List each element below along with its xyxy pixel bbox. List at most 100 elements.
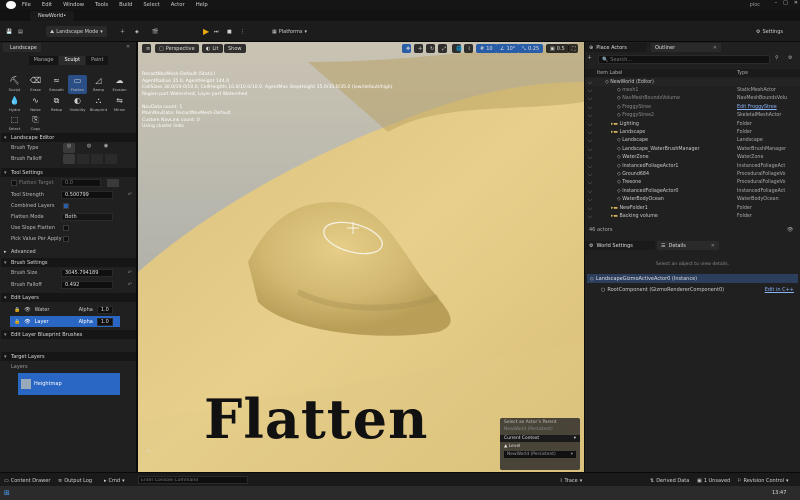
cinematics-icon[interactable]: 🎬 [152,26,158,37]
visibility-eye-icon[interactable]: ◡ [585,197,595,202]
tool-select[interactable]: ⬚ Select [5,114,24,133]
visibility-eye-icon[interactable]: ◡ [585,113,595,118]
outliner-row[interactable]: ◡ ◇ mesh1 StaticMeshActor [585,86,800,94]
reset-icon[interactable]: ↶ [128,282,132,288]
derived-data-button[interactable]: ⇅ Derived Data [650,475,689,486]
outliner-row[interactable]: ◡ ◇ WaterBodyOcean WaterBodyOcean [585,196,800,204]
start-icon[interactable]: ⊞ [4,489,10,497]
tool-retop[interactable]: ⧉ Retop [47,95,66,114]
tool-blueprint[interactable]: ⛬ Blueprint [89,95,108,114]
tool-erosion[interactable]: ☁ Erosion [110,75,129,94]
outliner-row[interactable]: ◡ ◇ NavMeshBoundsVolume NavMeshBoundsVolu [585,95,800,103]
tool-flatten[interactable]: ▭ Flatten [68,75,87,94]
brush-alpha-icon[interactable]: ◍ [83,143,95,153]
flatten-mode-select[interactable]: Both [61,213,113,221]
combined-layers-checkbox[interactable] [63,203,69,209]
play-button[interactable]: ▶ [203,26,209,37]
platforms-button[interactable]: ▦ Platforms ▾ [272,26,307,37]
console-input[interactable] [138,476,248,484]
tool-visibility[interactable]: ◐ Visibility [68,95,87,114]
view-options-icon[interactable]: 👁 [787,227,793,233]
level-tab[interactable]: NewWorld• [30,11,75,21]
visibility-eye-icon[interactable]: ◡ [585,189,595,194]
outliner-row[interactable]: ◡ ◇ FroggyStree Edit FroggyStree [585,103,800,111]
outliner-row[interactable]: ◡ ◇ WaterZone WaterZone [585,154,800,162]
quick-add-icon[interactable]: ＋ [120,26,125,37]
menu-tools[interactable]: Tools [95,2,108,8]
lock-icon[interactable]: 🔒 [14,307,20,313]
alpha-input[interactable]: 1.0 [96,305,113,314]
outliner-row[interactable]: ◡ ◇ Treeone ProceduralFoliageVo [585,179,800,187]
outliner-row[interactable]: ◡ ▸▬ Lighting Folder [585,120,800,128]
eye-icon[interactable]: 👁 [24,319,30,325]
surface-snap-icon[interactable]: ⌇ [464,44,473,53]
section-edit-layer-blueprint[interactable]: Edit Layer Blueprint Brushes [1,330,136,339]
visibility-eye-icon[interactable]: ◡ [585,172,595,177]
outliner-row[interactable]: ◡ ◇ Landscape Landscape [585,137,800,145]
close-icon[interactable]: ✕ [794,0,798,6]
mode-paint[interactable]: Paint [86,56,109,65]
tool-noise[interactable]: ∿ Noise [26,95,45,114]
menu-help[interactable]: Help [196,2,208,8]
tool-sculpt[interactable]: ⛏ Sculpt [5,75,24,94]
outliner-row[interactable]: ◡ ▸▬ NewFolder1 Folder [585,204,800,212]
revision-control-button[interactable]: ⚐ Revision Control ▾ [737,475,789,486]
visibility-eye-icon[interactable]: ◡ [585,96,595,101]
outliner-row[interactable]: ◡ ◇ FroggyStree2 SkeletalMeshActor [585,112,800,120]
gear-icon[interactable]: ⚙ [788,55,792,61]
rotate-icon[interactable]: ↻ [426,44,435,53]
section-brush-settings[interactable]: Brush Settings [1,258,136,267]
falloff-tip-icon[interactable] [105,154,117,164]
falloff-linear-icon[interactable] [77,154,89,164]
close-icon[interactable]: ✕ [713,45,717,51]
flatten-target-input[interactable]: 0.0 [61,179,101,187]
reset-icon[interactable]: ↶ [128,192,132,198]
unsaved-button[interactable]: ▣ 1 Unsaved [697,475,730,486]
tool-copy[interactable]: ⎘ Copy [26,114,45,133]
visibility-eye-icon[interactable]: ◡ [585,130,595,135]
scale-snap-button[interactable]: ⤡ 0.25 [518,44,544,53]
alpha-input[interactable]: 1.0 [96,317,113,326]
edit-layer-layer[interactable]: 🔒 👁 Layer Alpha 1.0 [10,316,120,327]
visibility-eye-icon[interactable]: ◡ [585,214,595,219]
tab-outliner[interactable]: Outliner ✕ [651,43,721,52]
lit-button[interactable]: ◐ Lit [202,44,223,53]
content-icon[interactable]: ▤ [18,26,23,37]
play-next-icon[interactable]: ⏭ [214,26,219,37]
component-child-row[interactable]: ○ RootComponent (GizmoRendererComponent0)… [587,285,798,294]
tab-details[interactable]: ☰ Details ✕ [657,241,719,250]
visibility-eye-icon[interactable]: ◡ [585,138,595,143]
tool-ramp[interactable]: ◿ Ramp [89,75,108,94]
brush-falloff-input[interactable]: 0.492 [61,281,113,289]
blueprint-icon[interactable]: ◈ [135,26,139,37]
visibility-eye-icon[interactable]: ◡ [585,155,595,160]
viewport-menu-icon[interactable]: ≡ [142,44,151,53]
stop-icon[interactable]: ■ [227,26,232,37]
content-drawer-button[interactable]: ▭ Content Drawer [4,475,50,486]
tab-place-actors[interactable]: ⊕ Place Actors [585,43,647,52]
tool-erase[interactable]: ⌫ Erase [26,75,45,94]
brush-size-input[interactable]: 3045.794189 [61,269,113,277]
section-advanced[interactable]: ▸ Advanced [1,247,136,257]
falloff-smooth-icon[interactable] [63,154,75,164]
menu-select[interactable]: Select [143,2,159,8]
brush-pattern-icon[interactable]: ◉ [100,143,112,153]
outliner-search[interactable]: 🔍 [598,55,770,64]
search-input[interactable] [610,56,761,63]
translate-icon[interactable]: ✛ [414,44,423,53]
tool-hydro[interactable]: 💧 Hydro [5,95,24,114]
settings-button[interactable]: ⚙ Settings [756,26,783,37]
trace-button[interactable]: ⌇ Trace ▾ [560,475,582,486]
filter-icon[interactable]: ⚲ [775,55,779,61]
mode-sculpt[interactable]: Sculpt [59,56,86,65]
tool-mirror[interactable]: ⇋ Mirror [110,95,129,114]
heightmap-layer[interactable]: Heightmap [18,373,120,395]
scale-icon[interactable]: ⤢ [438,44,447,53]
tool-strength-input[interactable]: 0.500799 [61,191,113,199]
visibility-eye-icon[interactable]: ◡ [585,206,595,211]
col-item-label[interactable]: Item Label [597,71,622,76]
section-target-layers[interactable]: Target Layers [1,352,136,361]
section-tool-settings[interactable]: Tool Settings [1,168,136,177]
menu-edit[interactable]: Edit [42,2,52,8]
level-viewport[interactable]: ≡ ▢ Perspective ◐ Lit Show ✥ ✛ ↻ ⤢ 🌐 ⌇ #10… [138,42,584,472]
